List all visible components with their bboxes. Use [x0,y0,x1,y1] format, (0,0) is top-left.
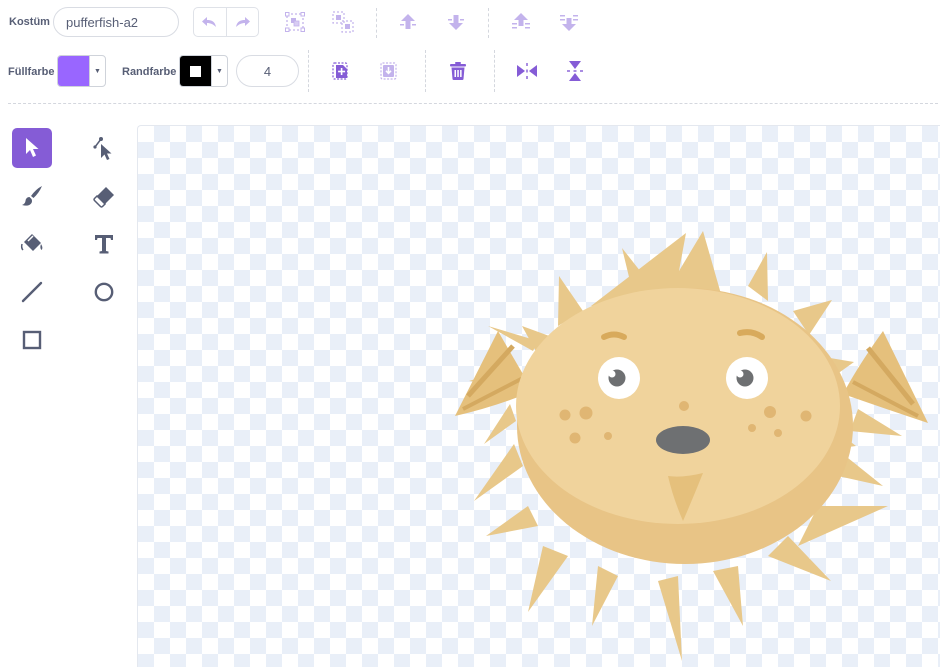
tool-line[interactable] [12,272,52,312]
reshape-icon [93,137,112,160]
line-icon [21,281,43,303]
toolbar-divider [488,8,489,38]
cursor-arrow-icon [26,138,39,157]
redo-button[interactable] [225,8,259,36]
toolbar-divider [308,50,309,92]
fill-color-label: Füllfarbe [8,66,55,78]
undo-redo-group [193,7,259,37]
front-button[interactable] [505,6,537,38]
redo-icon [236,17,251,27]
costume-name-input[interactable] [53,7,179,37]
paste-button[interactable] [373,55,405,87]
toolbar-divider [376,8,377,38]
copy-button[interactable] [325,55,357,87]
fill-color-swatch [58,56,89,86]
ungroup-button[interactable] [327,6,359,38]
flip-vertical-button[interactable] [559,55,591,87]
toolbar-divider [494,50,495,92]
tool-rectangle[interactable] [12,320,52,360]
outline-color-label: Randfarbe [122,66,177,78]
backward-button[interactable] [440,6,472,38]
trash-icon [450,62,466,80]
tool-eraser[interactable] [84,176,124,216]
group-button[interactable] [279,6,311,38]
delete-button[interactable] [442,55,474,87]
back-button[interactable] [553,6,585,38]
undo-button[interactable] [194,8,226,36]
tool-brush[interactable] [12,176,52,216]
tool-reshape[interactable] [84,128,124,168]
pufferfish-nose [656,426,710,454]
tool-circle[interactable] [84,272,124,312]
back-icon [560,15,578,31]
paint-bucket-icon [20,234,43,251]
flip-horizontal-button[interactable] [511,55,543,87]
eraser-icon [93,187,114,208]
tool-text[interactable] [84,224,124,264]
tool-fill[interactable] [12,224,52,264]
rectangle-icon [22,330,42,350]
outline-color-picker[interactable]: ▼ [179,55,228,87]
flip-vertical-icon [567,61,583,81]
outline-width-input[interactable] [236,55,299,87]
copy-icon [332,62,348,80]
forward-button[interactable] [392,6,424,38]
costume-label: Kostüm [9,16,50,28]
paste-icon [380,62,397,80]
outline-color-swatch [180,56,211,86]
undo-icon [201,17,216,27]
chevron-down-icon: ▼ [89,56,105,86]
flip-horizontal-icon [517,63,537,79]
front-icon [512,13,530,29]
backward-icon [448,15,464,30]
ungroup-icon [332,11,354,33]
toolbar-divider [425,50,426,92]
tool-select[interactable] [12,128,52,168]
pufferfish-costume[interactable] [138,126,940,667]
circle-icon [94,282,114,302]
toolbar-divider [8,103,938,104]
fill-color-picker[interactable]: ▼ [57,55,106,87]
chevron-down-icon: ▼ [211,56,227,86]
text-icon [95,235,113,254]
forward-icon [400,14,416,29]
group-icon [285,12,305,32]
brush-icon [22,186,42,206]
paint-canvas[interactable] [137,125,940,667]
